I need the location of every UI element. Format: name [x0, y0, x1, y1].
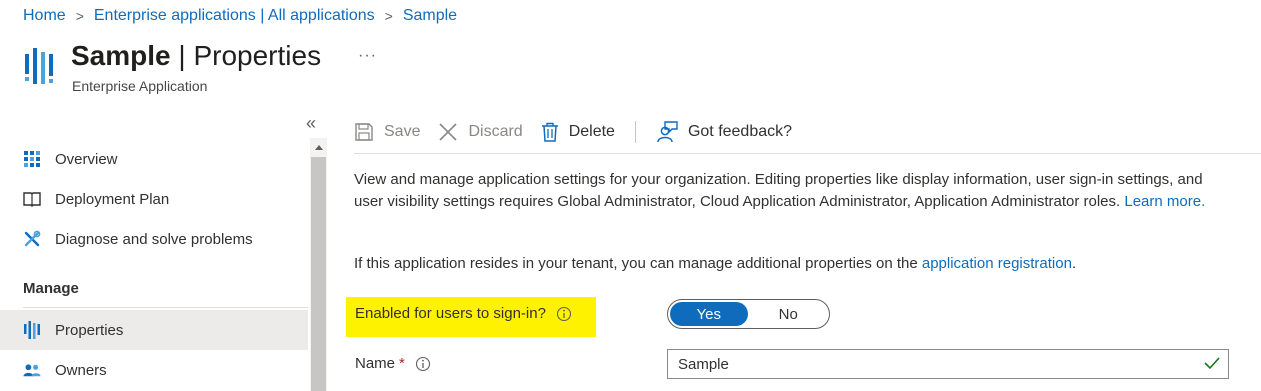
- sidebar-item-diagnose[interactable]: Diagnose and solve problems: [0, 219, 308, 259]
- save-icon: [355, 123, 373, 141]
- info-icon[interactable]: [415, 356, 431, 372]
- sidebar-item-label: Deployment Plan: [55, 190, 170, 208]
- feedback-label: Got feedback?: [687, 123, 793, 140]
- delete-button[interactable]: Delete: [541, 122, 615, 142]
- feedback-person-icon: [657, 121, 678, 143]
- checkmark-icon: [1204, 357, 1220, 370]
- breadcrumb-sample-link[interactable]: Sample: [403, 7, 457, 25]
- toggle-option-yes[interactable]: Yes: [670, 302, 748, 326]
- close-icon: [439, 123, 458, 141]
- breadcrumb-separator: >: [384, 8, 393, 24]
- enabled-label-text: Enabled for users to sign-in?: [355, 305, 546, 322]
- info-icon[interactable]: [556, 306, 572, 322]
- name-field-value: Sample: [678, 355, 729, 373]
- users-icon: [23, 361, 41, 379]
- name-label: Name *: [355, 355, 431, 372]
- scrollbar-thumb[interactable]: [311, 157, 326, 391]
- application-registration-link[interactable]: application registration: [922, 255, 1072, 272]
- discard-button[interactable]: Discard: [438, 122, 523, 142]
- breadcrumb: Home > Enterprise applications | All app…: [23, 6, 457, 26]
- enabled-sign-in-toggle[interactable]: Yes No: [667, 299, 830, 329]
- app-logo-icon: [25, 48, 53, 84]
- toggle-option-no[interactable]: No: [750, 302, 828, 326]
- save-label: Save: [384, 123, 421, 140]
- description-text: View and manage application settings for…: [354, 171, 1203, 210]
- toolbar-divider: [634, 121, 636, 143]
- properties-description: View and manage application settings for…: [354, 169, 1214, 213]
- collapse-sidebar-button[interactable]: «: [306, 114, 316, 132]
- sidebar-scrollbar[interactable]: [310, 138, 327, 391]
- page-title: Sample | Properties: [71, 40, 321, 72]
- required-marker: *: [399, 355, 405, 372]
- scroll-up-arrow-icon[interactable]: [310, 138, 327, 156]
- book-icon: [23, 190, 41, 208]
- sidebar-item-label: Diagnose and solve problems: [55, 230, 253, 248]
- sidebar-item-deployment-plan[interactable]: Deployment Plan: [0, 179, 308, 219]
- sidebar-item-label: Owners: [55, 361, 107, 379]
- name-label-text: Name: [355, 355, 396, 372]
- learn-more-link[interactable]: Learn more.: [1124, 193, 1205, 210]
- overview-grid-icon: [23, 150, 41, 168]
- page-title-app-name: Sample: [71, 40, 171, 71]
- tenant-info: If this application resides in your tena…: [354, 253, 1234, 275]
- breadcrumb-enterprise-apps-link[interactable]: Enterprise applications | All applicatio…: [94, 7, 375, 25]
- enabled-for-sign-in-label: Enabled for users to sign-in?: [355, 305, 572, 322]
- more-actions-button[interactable]: ···: [358, 47, 377, 65]
- sidebar-item-properties[interactable]: Properties: [0, 310, 308, 350]
- tenant-info-suffix: .: [1071, 255, 1077, 272]
- trash-icon: [541, 122, 558, 142]
- sidebar-divider: [23, 307, 308, 308]
- sidebar-item-owners[interactable]: Owners: [0, 350, 308, 390]
- breadcrumb-separator: >: [75, 8, 84, 24]
- wrench-icon: [23, 230, 41, 248]
- page-title-page: Properties: [193, 40, 322, 71]
- discard-label: Discard: [468, 123, 523, 140]
- tenant-info-text: If this application resides in your tena…: [354, 255, 918, 272]
- sidebar-item-overview[interactable]: Overview: [0, 139, 308, 179]
- properties-bars-icon: [23, 321, 41, 339]
- sidebar-item-label: Properties: [55, 321, 124, 339]
- delete-label: Delete: [568, 123, 615, 140]
- save-button[interactable]: Save: [354, 122, 420, 142]
- toolbar-divider-line: [354, 153, 1261, 154]
- feedback-button[interactable]: Got feedback?: [656, 121, 792, 143]
- command-bar: Save Discard Delete Got feedback?: [354, 118, 810, 146]
- sidebar-item-label: Overview: [55, 150, 118, 168]
- sidebar-section-manage: Manage: [23, 280, 79, 297]
- breadcrumb-home-link[interactable]: Home: [23, 7, 66, 25]
- page-title-divider: |: [170, 40, 194, 71]
- page-subtitle: Enterprise Application: [72, 78, 208, 94]
- name-field[interactable]: Sample: [667, 349, 1229, 379]
